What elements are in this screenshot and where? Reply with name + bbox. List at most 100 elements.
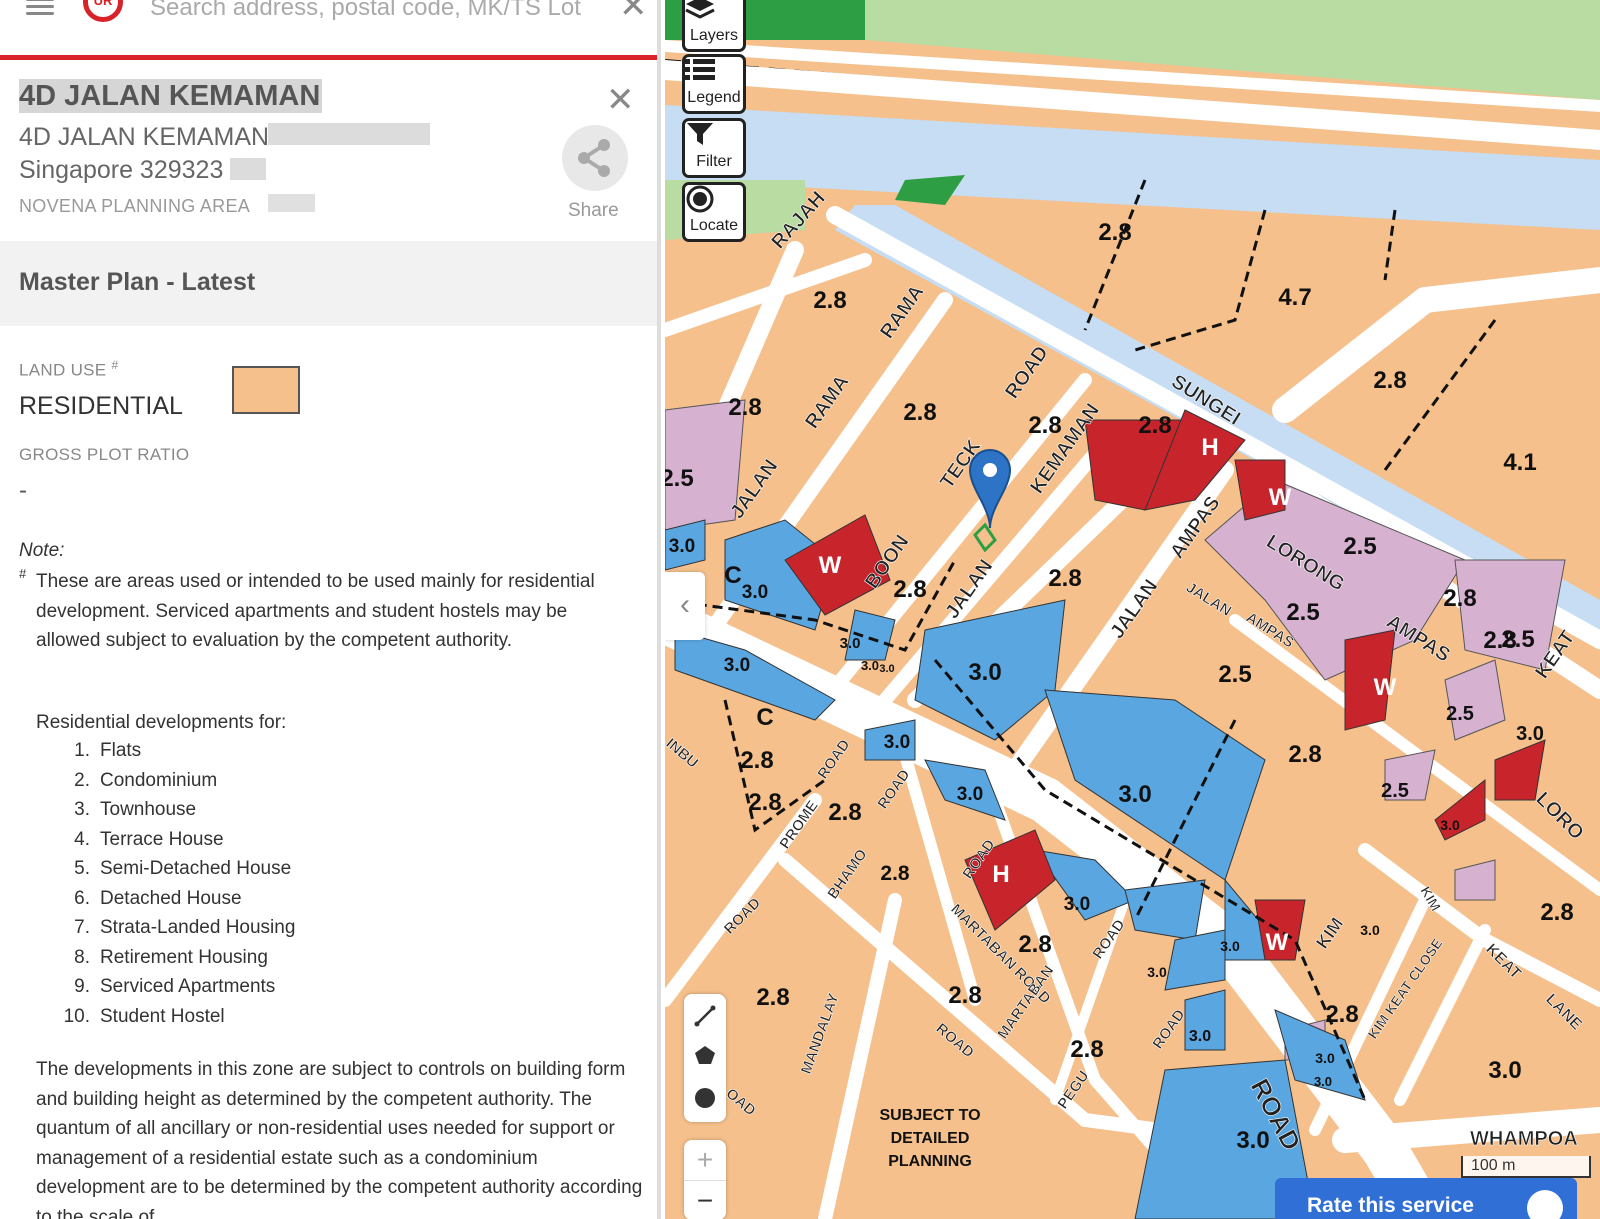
svg-text:W: W	[1269, 484, 1292, 511]
svg-text:3.0: 3.0	[1314, 1074, 1332, 1089]
svg-text:3.0: 3.0	[1147, 964, 1167, 980]
selection-highlight	[268, 194, 315, 212]
location-pin[interactable]	[968, 449, 1012, 553]
land-use-value: RESIDENTIAL	[19, 392, 183, 420]
svg-text:DETAILED: DETAILED	[891, 1130, 970, 1147]
filter-icon	[687, 123, 713, 145]
svg-text:3.0: 3.0	[1440, 817, 1460, 833]
master-plan-header: Master Plan - Latest	[0, 241, 657, 326]
residential-types-list: 1. Flats 2. Condominium 3. Townhouse 4. Terr…	[36, 736, 296, 1031]
share-icon	[578, 139, 610, 177]
svg-text:2.8: 2.8	[748, 789, 781, 816]
list-icon	[685, 59, 715, 80]
svg-text:2.8: 2.8	[948, 982, 981, 1009]
legend-button[interactable]: Legend	[682, 54, 746, 114]
svg-text:2.8: 2.8	[1325, 1001, 1358, 1028]
svg-text:3.0: 3.0	[1516, 723, 1544, 745]
svg-text:ROAD: ROAD	[1001, 342, 1053, 403]
svg-text:C: C	[724, 562, 741, 589]
search-input[interactable]	[148, 0, 612, 26]
info-panel: UR ✕ 4D JALAN KEMAMAN 4D JALAN KEMAMAN S…	[0, 0, 661, 1219]
legend-label: Legend	[687, 89, 741, 106]
list-item: 2. Condominium	[74, 769, 218, 791]
svg-text:2.5: 2.5	[1501, 626, 1534, 653]
svg-text:3.0: 3.0	[1488, 1057, 1521, 1084]
svg-text:2.8: 2.8	[728, 394, 761, 421]
place-header: 4D JALAN KEMAMAN 4D JALAN KEMAMAN Singap…	[0, 60, 657, 243]
svg-text:2.8: 2.8	[756, 984, 789, 1011]
svg-text:4.7: 4.7	[1278, 284, 1311, 311]
land-use-label: LAND USE #	[19, 358, 119, 380]
svg-text:BHAMO: BHAMO	[824, 846, 871, 902]
zoom-controls: + −	[684, 1140, 726, 1219]
locate-label: Locate	[689, 217, 739, 234]
svg-text:W: W	[1266, 929, 1289, 956]
svg-text:2.8: 2.8	[1138, 412, 1171, 439]
map-view[interactable]: RAJAH RAMA RAMA JALAN SUNGEI ROAD KEMAMA…	[665, 0, 1600, 1219]
address-line-2: Singapore 329323	[19, 156, 224, 184]
rate-service-label: Rate this service	[1307, 1194, 1474, 1217]
share-button[interactable]	[562, 125, 628, 191]
share-label[interactable]: Share	[568, 200, 619, 222]
address-line-1: 4D JALAN KEMAMAN	[19, 123, 270, 151]
svg-text:3.0: 3.0	[879, 663, 894, 675]
svg-text:LORO: LORO	[1531, 788, 1587, 844]
svg-text:3.0: 3.0	[861, 658, 879, 673]
svg-text:2.8: 2.8	[1098, 219, 1131, 246]
list-item: 10. Student Hostel	[63, 1005, 225, 1027]
svg-text:3.0: 3.0	[669, 536, 695, 557]
residential-intro: Residential developments for:	[36, 712, 287, 733]
svg-text:W: W	[1374, 674, 1397, 701]
svg-text:3: 3	[665, 309, 666, 336]
zoom-out-button[interactable]: −	[684, 1181, 726, 1219]
svg-text:H: H	[992, 861, 1009, 888]
onemap-logo: UR	[83, 0, 123, 22]
locate-button[interactable]: Locate	[682, 182, 746, 242]
close-panel-button[interactable]: ✕	[606, 80, 635, 120]
svg-text:WHAMPOA: WHAMPOA	[1470, 1128, 1578, 1150]
svg-text:3.0: 3.0	[957, 784, 983, 805]
svg-text:2.8: 2.8	[1048, 565, 1081, 592]
svg-text:3.0: 3.0	[1315, 1050, 1335, 1066]
svg-text:ROAD: ROAD	[814, 736, 853, 782]
land-use-swatch	[232, 366, 300, 414]
close-icon[interactable]: ✕	[619, 0, 648, 26]
measure-line-icon[interactable]	[694, 1005, 716, 1027]
draw-circle-icon[interactable]	[695, 1088, 715, 1108]
svg-text:W: W	[819, 552, 842, 579]
list-item: 8. Retirement Housing	[74, 946, 268, 968]
menu-icon[interactable]	[26, 0, 54, 22]
svg-text:MANDALAY: MANDALAY	[798, 991, 843, 1076]
svg-text:2.8: 2.8	[1443, 585, 1476, 612]
planning-notice: SUBJECT TO DETAILED PLANNING	[879, 1107, 980, 1170]
filter-button[interactable]: Filter	[682, 118, 746, 178]
list-item: 6. Detached House	[74, 887, 242, 909]
list-item: 4. Terrace House	[74, 828, 224, 850]
svg-text:RAMA: RAMA	[801, 371, 853, 433]
smile-icon	[1527, 1190, 1563, 1219]
svg-text:2.8: 2.8	[1540, 899, 1573, 926]
collapse-panel-button[interactable]: ‹	[665, 572, 705, 640]
draw-polygon-icon[interactable]	[695, 1046, 715, 1064]
zoning-map[interactable]: RAJAH RAMA RAMA JALAN SUNGEI ROAD KEMAMA…	[665, 0, 1600, 1219]
note-label: Note:	[19, 540, 65, 561]
svg-text:ROAD: ROAD	[1149, 1006, 1188, 1052]
svg-text:4.1: 4.1	[1503, 449, 1536, 476]
master-plan-title: Master Plan - Latest	[19, 268, 256, 296]
layers-button[interactable]: Layers	[682, 0, 746, 52]
layers-icon	[685, 0, 715, 19]
svg-text:3.0: 3.0	[1118, 781, 1151, 808]
svg-text:ROAD: ROAD	[874, 766, 913, 812]
zoom-in-button[interactable]: +	[684, 1140, 726, 1181]
rate-service-button[interactable]: Rate this service	[1275, 1178, 1577, 1219]
svg-text:KIM: KIM	[1312, 914, 1347, 953]
svg-text:3.0: 3.0	[1064, 894, 1090, 915]
list-item: 5. Semi-Detached House	[74, 858, 292, 879]
svg-text:OAD: OAD	[722, 1085, 759, 1120]
draw-toolbar	[684, 994, 726, 1122]
list-item: 7. Strata-Landed Housing	[74, 917, 296, 938]
svg-text:2.5: 2.5	[1343, 533, 1376, 560]
gpr-value: -	[19, 477, 27, 504]
svg-text:LANE: LANE	[1542, 991, 1585, 1034]
svg-text:2.5: 2.5	[1286, 599, 1319, 626]
